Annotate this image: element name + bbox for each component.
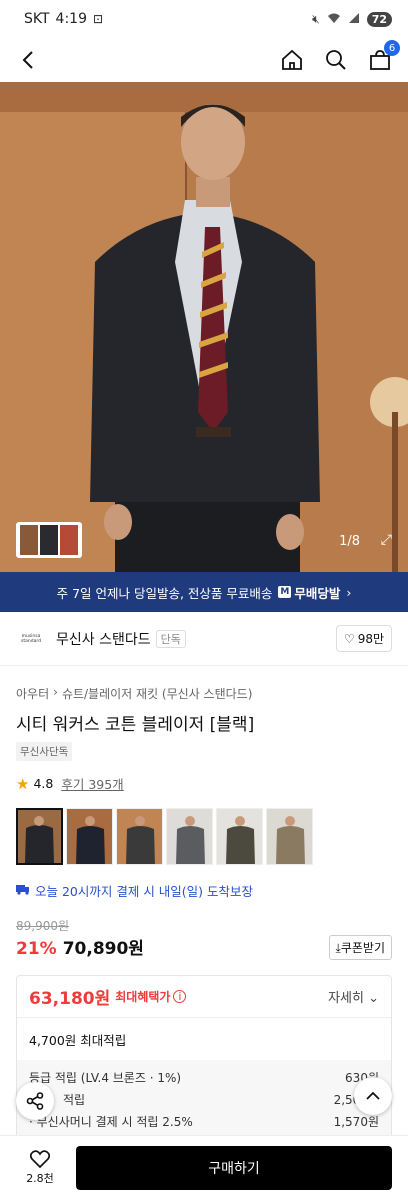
breadcrumb-separator: › — [53, 685, 58, 699]
product-image-carousel[interactable]: 1/8 ⤢ — [0, 82, 408, 572]
search-button[interactable] — [324, 48, 348, 72]
signal-icon — [348, 12, 360, 27]
wifi-icon — [327, 12, 341, 27]
brand-exclusive-tag: 단독 — [155, 629, 186, 648]
bottom-action-bar: 2.8천 구매하기 — [0, 1135, 408, 1200]
star-icon: ★ — [16, 774, 30, 793]
reward-item: · 무신사머니 결제 시 적립 2.5% 1,570원 — [29, 1110, 379, 1132]
reward-label: 적립 — [63, 1092, 86, 1107]
back-arrow-icon — [22, 51, 33, 69]
status-bar: SKT 4:19 ⊡ 🔇︎ 72 — [0, 0, 408, 38]
reward-total: 4,700원 최대적립 — [29, 1032, 127, 1048]
rating-row[interactable]: ★ 4.8 후기 395개 — [16, 774, 124, 793]
delivery-banner[interactable]: 주 7일 언제나 당일발송, 전상품 무료배송 M 무배당발 › — [0, 572, 408, 612]
expand-icon[interactable]: ⤢ — [381, 532, 392, 548]
price-row: 21% 70,890원 — [16, 934, 144, 959]
battery-indicator: 72 — [366, 11, 392, 27]
free-delivery-badge: M 무배당발 — [278, 583, 340, 602]
product-photo — [0, 82, 408, 572]
chevron-down-icon: ⌄ — [368, 991, 379, 1006]
max-benefit-row[interactable]: 63,180원 최대혜택가 i 자세히 ⌄ — [17, 976, 391, 1018]
reward-label: 등급 적립 (LV.4 브론즈 · 1%) — [29, 1070, 182, 1085]
mute-icon: 🔇︎ — [312, 11, 320, 26]
swatch-charcoal[interactable] — [116, 808, 163, 865]
breadcrumb-category[interactable]: 아우터 — [16, 685, 49, 702]
benefit-box: 63,180원 최대혜택가 i 자세히 ⌄ 4,700원 최대적립 등급 적립 … — [16, 975, 392, 1140]
discount-rate: 21% — [16, 939, 57, 959]
exclusive-tag: 무신사단독 — [16, 742, 73, 761]
reward-list: 등급 적립 (LV.4 브론즈 · 1%) 630원 적립 2,500원 · 무… — [17, 1060, 391, 1138]
coupon-button[interactable]: ⤓쿠폰받기 — [328, 935, 392, 960]
breadcrumb-subcategory[interactable]: 슈트/블레이저 재킷 (무신사 스탠다드) — [62, 685, 252, 702]
swatch-navy[interactable] — [66, 808, 113, 865]
home-button[interactable] — [280, 48, 304, 72]
product-title: 시티 워커스 코튼 블레이저 [블랙] — [16, 715, 255, 735]
reward-value: 1,570원 — [333, 1114, 379, 1129]
back-button[interactable] — [16, 48, 40, 72]
heart-icon: ♡ — [343, 631, 355, 646]
swatch-gray[interactable] — [166, 808, 213, 865]
chevron-up-icon — [366, 1091, 380, 1100]
detail-label: 자세히 — [328, 991, 364, 1006]
scroll-top-button[interactable] — [354, 1077, 392, 1115]
max-benefit-label: 최대혜택가 — [115, 990, 171, 1004]
home-icon — [282, 49, 302, 70]
search-icon — [326, 50, 346, 70]
share-icon — [26, 1092, 44, 1110]
delivery-logo-icon: M — [278, 586, 292, 598]
breadcrumb: 아우터 › 슈트/블레이저 재킷 (무신사 스탠다드) — [16, 685, 252, 702]
brand-logo[interactable]: musinsa standard — [16, 628, 46, 650]
product-like-count: 2.8천 — [26, 1172, 54, 1185]
swatch-beige[interactable] — [266, 808, 313, 865]
top-nav: 6 — [0, 38, 408, 82]
swatch-olive[interactable] — [216, 808, 263, 865]
sale-price: 70,890원 — [62, 939, 144, 959]
image-counter: 1/8 — [339, 534, 360, 549]
original-price: 89,900원 — [16, 919, 70, 933]
swatch-black[interactable] — [16, 808, 63, 865]
image-thumbnail-strip[interactable] — [16, 522, 82, 558]
arrival-text: 오늘 20시까지 결제 시 내일(일) 도착보장 — [35, 884, 254, 899]
banner-arrow-icon: › — [346, 584, 352, 600]
clock: 4:19 — [55, 11, 87, 27]
coupon-label: 쿠폰받기 — [340, 941, 385, 955]
reward-label: · 무신사머니 결제 시 적립 2.5% — [29, 1114, 193, 1129]
color-swatches — [16, 808, 313, 865]
brand-like-button[interactable]: ♡ 98만 — [335, 625, 392, 652]
rating-score: 4.8 — [33, 776, 54, 791]
heart-icon — [30, 1150, 50, 1168]
info-icon[interactable]: i — [173, 990, 187, 1003]
cart-count-badge: 6 — [384, 40, 400, 56]
brand-row: musinsa standard 무신사 스탠다드 단독 ♡ 98만 — [0, 612, 408, 666]
max-benefit-price: 63,180원 — [29, 989, 111, 1009]
reward-item: 등급 적립 (LV.4 브론즈 · 1%) 630원 — [29, 1066, 379, 1088]
brand-name[interactable]: 무신사 스탠다드 — [56, 629, 151, 649]
share-button[interactable] — [16, 1082, 54, 1120]
arrival-guarantee[interactable]: 오늘 20시까지 결제 시 내일(일) 도착보장 — [16, 881, 253, 900]
review-link[interactable]: 후기 395개 — [61, 774, 123, 793]
carrier: SKT — [24, 11, 50, 27]
screenshot-icon: ⊡ — [93, 12, 104, 26]
brand-like-count: 98만 — [357, 632, 384, 646]
buy-button[interactable]: 구매하기 — [76, 1146, 392, 1190]
delivery-truck-icon — [16, 883, 30, 898]
product-like-button[interactable]: 2.8천 — [16, 1150, 64, 1186]
cart-button[interactable]: 6 — [368, 40, 400, 72]
detail-toggle[interactable]: 자세히 ⌄ — [328, 987, 379, 1006]
reward-item: 적립 2,500원 — [29, 1088, 379, 1110]
badge-text: 무배당발 — [294, 585, 341, 601]
banner-text: 주 7일 언제나 당일발송, 전상품 무료배송 — [56, 585, 273, 601]
